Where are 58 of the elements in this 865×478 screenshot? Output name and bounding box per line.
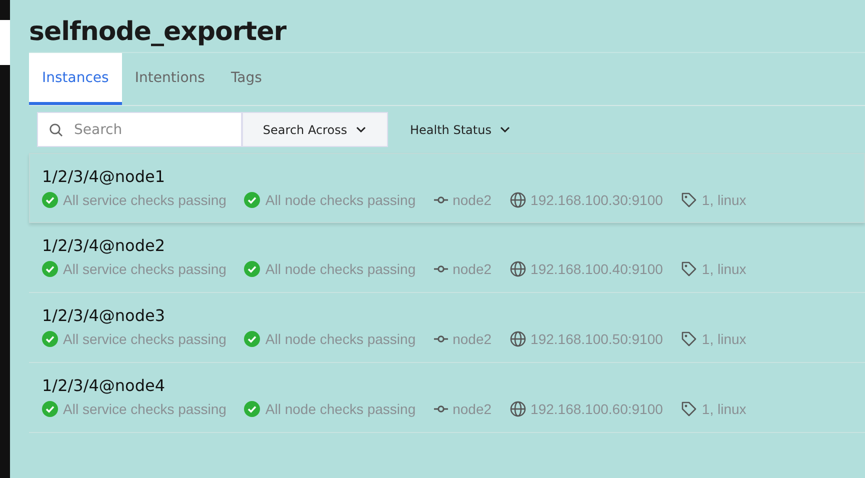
tab[interactable]: Instances — [29, 53, 122, 105]
globe-icon — [510, 331, 526, 347]
node-checks-status: All node checks passing — [265, 401, 416, 417]
filter-dropdown[interactable]: Health Status — [404, 112, 518, 147]
node-name: node2 — [452, 192, 492, 208]
check-circle-icon — [244, 192, 260, 208]
node-name: node2 — [452, 261, 492, 277]
instance-tags: 1, linux — [702, 192, 746, 208]
node-checks-status: All node checks passing — [265, 192, 416, 208]
node-name: node2 — [452, 401, 492, 417]
globe-icon — [510, 401, 526, 417]
instance-row[interactable]: 1/2/3/4@node4 All service checks passing All node checks passing node2 192.168.100.60:9100 1, linux — [29, 363, 865, 433]
tag-icon — [680, 261, 697, 277]
service-checks-status: All service checks passing — [63, 331, 226, 347]
search-field[interactable]: Search — [37, 112, 242, 147]
instance-name[interactable]: 1/2/3/4@node1 — [42, 167, 165, 186]
check-circle-icon — [244, 401, 260, 417]
search-icon — [49, 123, 63, 137]
filter-dropdown[interactable]: Search Across — [242, 112, 388, 147]
tag-icon — [680, 192, 697, 208]
check-circle-icon — [244, 261, 260, 277]
service-checks-status: All service checks passing — [63, 401, 226, 417]
tab[interactable]: Intentions — [122, 53, 218, 105]
node-icon — [434, 334, 448, 344]
caret-icon — [499, 124, 512, 135]
service-checks-status: All service checks passing — [63, 192, 226, 208]
instance-tags: 1, linux — [702, 401, 746, 417]
globe-icon — [510, 192, 526, 208]
instance-address: 192.168.100.40:9100 — [530, 261, 663, 277]
instance-tags: 1, linux — [702, 331, 746, 347]
page-title: selfnode_exporter — [29, 16, 288, 49]
instance-address: 192.168.100.30:9100 — [530, 192, 663, 208]
instance-tags: 1, linux — [702, 261, 746, 277]
check-circle-icon — [244, 331, 260, 347]
node-checks-status: All node checks passing — [265, 331, 416, 347]
instance-address: 192.168.100.60:9100 — [530, 401, 663, 417]
instance-row[interactable]: 1/2/3/4@node2 All service checks passing All node checks passing node2 192.168.100.40:9100 1, linux — [29, 223, 865, 293]
check-circle-icon — [42, 331, 58, 347]
globe-icon — [510, 261, 526, 277]
check-circle-icon — [42, 192, 58, 208]
node-icon — [434, 404, 448, 414]
instance-name[interactable]: 1/2/3/4@node4 — [42, 376, 165, 395]
instance-name[interactable]: 1/2/3/4@node3 — [42, 306, 165, 325]
node-name: node2 — [452, 331, 492, 347]
tab[interactable]: Tags — [218, 53, 275, 105]
instance-row[interactable]: 1/2/3/4@node1 All service checks passing All node checks passing node2 192.168.100.30:9100 1, linux — [29, 153, 865, 223]
service-checks-status: All service checks passing — [63, 261, 226, 277]
node-checks-status: All node checks passing — [265, 261, 416, 277]
instance-row[interactable]: 1/2/3/4@node3 All service checks passing All node checks passing node2 192.168.100.50:9100 1, linux — [29, 293, 865, 363]
node-icon — [434, 195, 448, 205]
instance-address: 192.168.100.50:9100 — [530, 331, 663, 347]
check-circle-icon — [42, 261, 58, 277]
tag-icon — [680, 401, 697, 417]
caret-icon — [355, 124, 368, 135]
tag-icon — [680, 331, 697, 347]
instance-name[interactable]: 1/2/3/4@node2 — [42, 236, 165, 255]
node-icon — [434, 264, 448, 274]
check-circle-icon — [42, 401, 58, 417]
